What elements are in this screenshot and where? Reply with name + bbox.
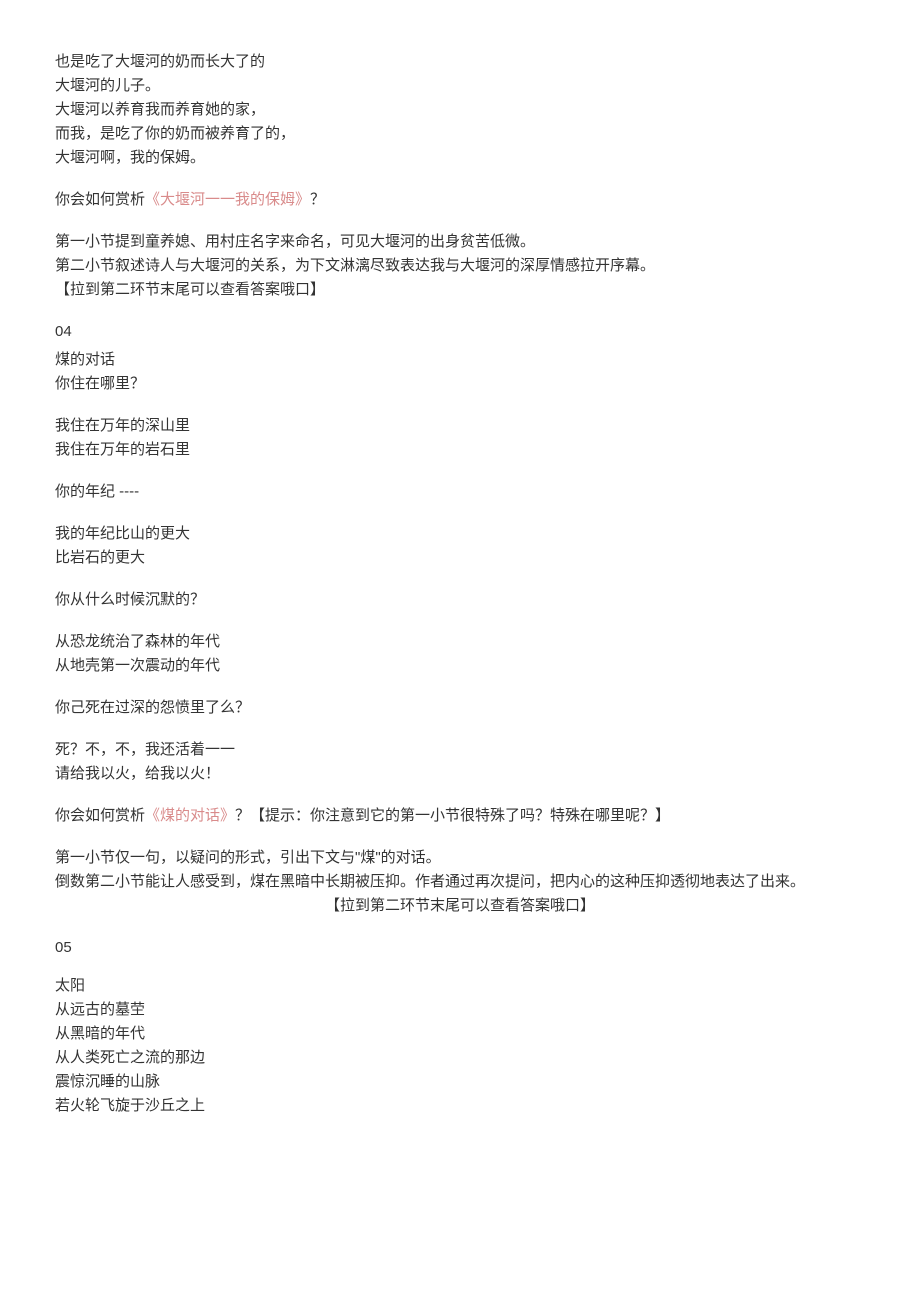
section4-answer: 第一小节仅一句，以疑问的形式，引出下文与"煤"的对话。 倒数第二小节能让人感受到… [55,846,865,894]
poem-line: 大堰河以养育我而养育她的家， [55,98,865,122]
section4-stanza5: 你从什么时候沉默的？ [55,588,865,612]
section4-title-stanza: 煤的对话 你住在哪里？ [55,348,865,396]
section4-stanza2: 我住在万年的深山里 我住在万年的岩石里 [55,414,865,462]
section4-stanza3: 你的年纪 ---- [55,480,865,504]
section3-stanza1: 也是吃了大堰河的奶而长大了的 大堰河的儿子。 大堰河以养育我而养育她的家， 而我… [55,50,865,170]
section4-question: 你会如何赏析《煤的对话》？【提示：你注意到它的第一小节很特殊了吗？特殊在哪里呢？… [55,804,865,828]
section5-stanza1: 太阳 从远古的墓茔 从黑暗的年代 从人类死亡之流的那边 震惊沉睡的山脉 若火轮飞… [55,974,865,1118]
question-text-post: ？ [310,191,325,208]
poem-title: 煤的对话 [55,348,865,372]
section4-answer-hint: 【拉到第二环节末尾可以查看答案哦口】 [55,894,865,918]
poem-line: 从黑暗的年代 [55,1022,865,1046]
answer-line: 第二小节叙述诗人与大堰河的关系，为下文淋漓尽致表达我与大堰河的深厚情感拉开序幕。 [55,254,865,278]
question-text-pre: 你会如何赏析 [55,191,145,208]
answer-hint: 【拉到第二环节末尾可以查看答案哦口】 [325,897,595,914]
poem-line: 震惊沉睡的山脉 [55,1070,865,1094]
poem-line: 你从什么时候沉默的？ [55,588,865,612]
poem-line: 也是吃了大堰河的奶而长大了的 [55,50,865,74]
poem-line: 我的年纪比山的更大 [55,522,865,546]
poem-title: 太阳 [55,974,865,998]
poem-line: 比岩石的更大 [55,546,865,570]
answer-line: 倒数第二小节能让人感受到，煤在黑暗中长期被压抑。作者通过再次提问，把内心的这种压… [55,870,865,894]
question-link: 《煤的对话》 [145,807,235,824]
poem-line: 从远古的墓茔 [55,998,865,1022]
poem-line: 从恐龙统治了森林的年代 [55,630,865,654]
section-number-05: 05 [55,936,865,960]
question-link: 《大堰河一一我的保姆》 [145,191,310,208]
section-number-04: 04 [55,320,865,344]
section4-stanza8: 死？不，不，我还活着一一 请给我以火，给我以火！ [55,738,865,786]
section3-question: 你会如何赏析《大堰河一一我的保姆》？ [55,188,865,212]
poem-line: 从人类死亡之流的那边 [55,1046,865,1070]
poem-line: 你己死在过深的怨愤里了么？ [55,696,865,720]
question-text-post: ？【提示：你注意到它的第一小节很特殊了吗？特殊在哪里呢？】 [235,807,670,824]
poem-line: 从地壳第一次震动的年代 [55,654,865,678]
answer-line: 第一小节仅一句，以疑问的形式，引出下文与"煤"的对话。 [55,846,865,870]
section3-answer: 第一小节提到童养媳、用村庄名字来命名，可见大堰河的出身贫苦低微。 第二小节叙述诗… [55,230,865,302]
poem-line: 请给我以火，给我以火！ [55,762,865,786]
answer-hint: 【拉到第二环节末尾可以查看答案哦口】 [55,278,865,302]
section4-stanza4: 我的年纪比山的更大 比岩石的更大 [55,522,865,570]
poem-line: 我住在万年的岩石里 [55,438,865,462]
poem-line: 死？不，不，我还活着一一 [55,738,865,762]
section4-stanza6: 从恐龙统治了森林的年代 从地壳第一次震动的年代 [55,630,865,678]
poem-line: 而我，是吃了你的奶而被养育了的， [55,122,865,146]
poem-line: 我住在万年的深山里 [55,414,865,438]
answer-line: 第一小节提到童养媳、用村庄名字来命名，可见大堰河的出身贫苦低微。 [55,230,865,254]
poem-line: 大堰河的儿子。 [55,74,865,98]
poem-line: 大堰河啊，我的保姆。 [55,146,865,170]
poem-line: 若火轮飞旋于沙丘之上 [55,1094,865,1118]
question-text-pre: 你会如何赏析 [55,807,145,824]
poem-line: 你住在哪里？ [55,372,865,396]
poem-line: 你的年纪 ---- [55,480,865,504]
section4-stanza7: 你己死在过深的怨愤里了么？ [55,696,865,720]
